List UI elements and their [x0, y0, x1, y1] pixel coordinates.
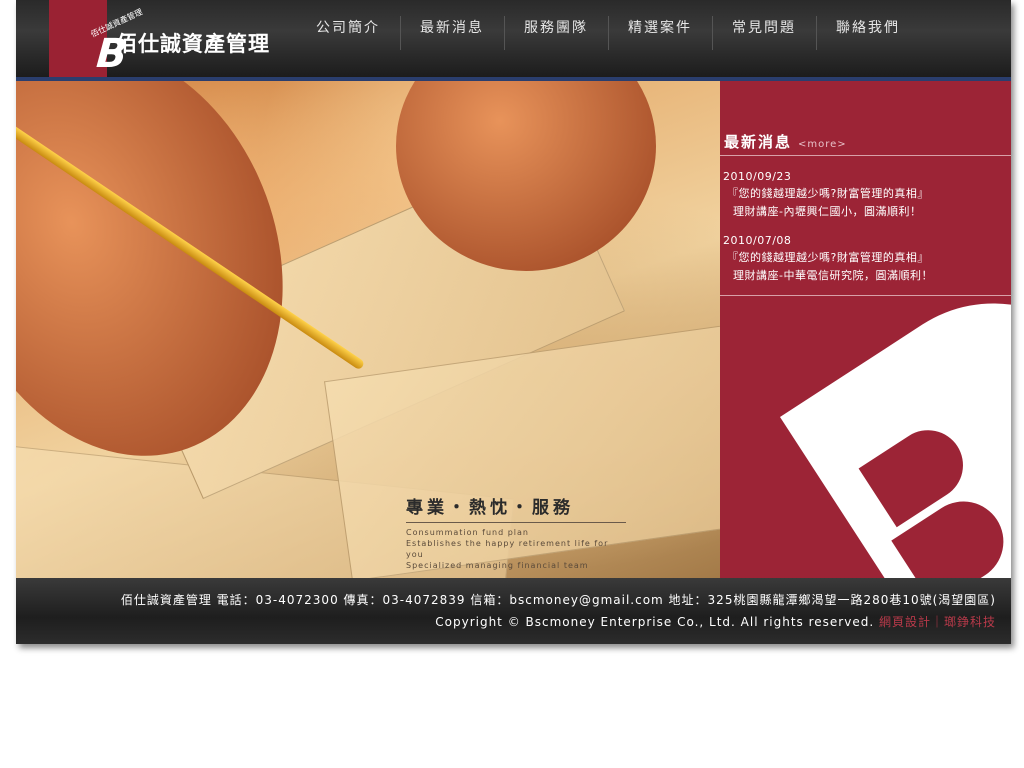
news-more-link[interactable]: <more> [798, 139, 847, 150]
divider [720, 155, 1011, 156]
site-title[interactable]: 佰仕誠資產管理 [116, 28, 270, 58]
header: 佰仕誠資產管理 B 佰仕誠資產管理 公司簡介 最新消息 服務團隊 精選案件 常見… [16, 0, 1011, 77]
news-panel: 最新消息 <more> 2010/09/23 『您的錢越理越少嗎?財富管理的真相』… [720, 81, 1011, 578]
brand-graphic [720, 297, 1011, 578]
hero-subtext: Consummation fund plan Establishes the h… [406, 527, 626, 571]
page-frame: 佰仕誠資產管理 B 佰仕誠資產管理 公司簡介 最新消息 服務團隊 精選案件 常見… [16, 0, 1011, 644]
hero-image: 專業・熱忱・服務 Consummation fund plan Establis… [16, 81, 720, 578]
news-heading: 最新消息 <more> [724, 131, 847, 152]
hero-sub-line: Specialized managing financial team [406, 561, 589, 570]
footer-contact-info: 佰仕誠資產管理 電話：03-4072300 傳真：03-4072839 信箱：b… [120, 593, 996, 607]
nav-item-team[interactable]: 服務團隊 [504, 0, 608, 65]
news-title-line: 『您的錢越理越少嗎?財富管理的真相』 [727, 187, 929, 200]
web-design-credit-link[interactable]: 網頁設計｜瑯錚科技 [879, 615, 996, 629]
hero-tagline-block: 專業・熱忱・服務 Consummation fund plan Establis… [406, 493, 626, 571]
nav-item-faq[interactable]: 常見問題 [712, 0, 816, 65]
footer-copyright-row: Copyright © Bscmoney Enterprise Co., Ltd… [435, 613, 996, 630]
news-title-line: 理財講座-中華電信研究院，圓滿順利！ [733, 269, 933, 282]
logo[interactable]: 佰仕誠資產管理 B [49, 0, 144, 77]
hero-sub-line: Establishes the happy retirement life fo… [406, 539, 609, 559]
divider [720, 295, 1011, 296]
nav-item-about[interactable]: 公司簡介 [296, 0, 400, 65]
hero-sub-line: Consummation fund plan [406, 528, 529, 537]
nav-item-contact[interactable]: 聯絡我們 [816, 0, 920, 65]
news-item[interactable]: 2010/09/23 『您的錢越理越少嗎?財富管理的真相』 理財講座-內壢興仁國… [723, 169, 1007, 221]
footer: 佰仕誠資產管理 電話：03-4072300 傳真：03-4072839 信箱：b… [16, 578, 1011, 644]
news-title-line: 理財講座-內壢興仁國小，圓滿順利！ [733, 205, 922, 218]
nav-item-cases[interactable]: 精選案件 [608, 0, 712, 65]
big-b-logo-icon [720, 297, 1011, 578]
hero-tagline: 專業・熱忱・服務 [406, 493, 626, 523]
news-list: 2010/09/23 『您的錢越理越少嗎?財富管理的真相』 理財講座-內壢興仁國… [723, 169, 1007, 297]
news-item[interactable]: 2010/07/08 『您的錢越理越少嗎?財富管理的真相』 理財講座-中華電信研… [723, 233, 1007, 285]
main-nav: 公司簡介 最新消息 服務團隊 精選案件 常見問題 聯絡我們 [296, 0, 920, 77]
news-date: 2010/07/08 [723, 234, 792, 247]
nav-item-news[interactable]: 最新消息 [400, 0, 504, 65]
news-title-line: 『您的錢越理越少嗎?財富管理的真相』 [727, 251, 929, 264]
news-heading-label: 最新消息 [724, 133, 793, 151]
news-date: 2010/09/23 [723, 170, 792, 183]
copyright-text: Copyright © Bscmoney Enterprise Co., Ltd… [435, 615, 875, 629]
